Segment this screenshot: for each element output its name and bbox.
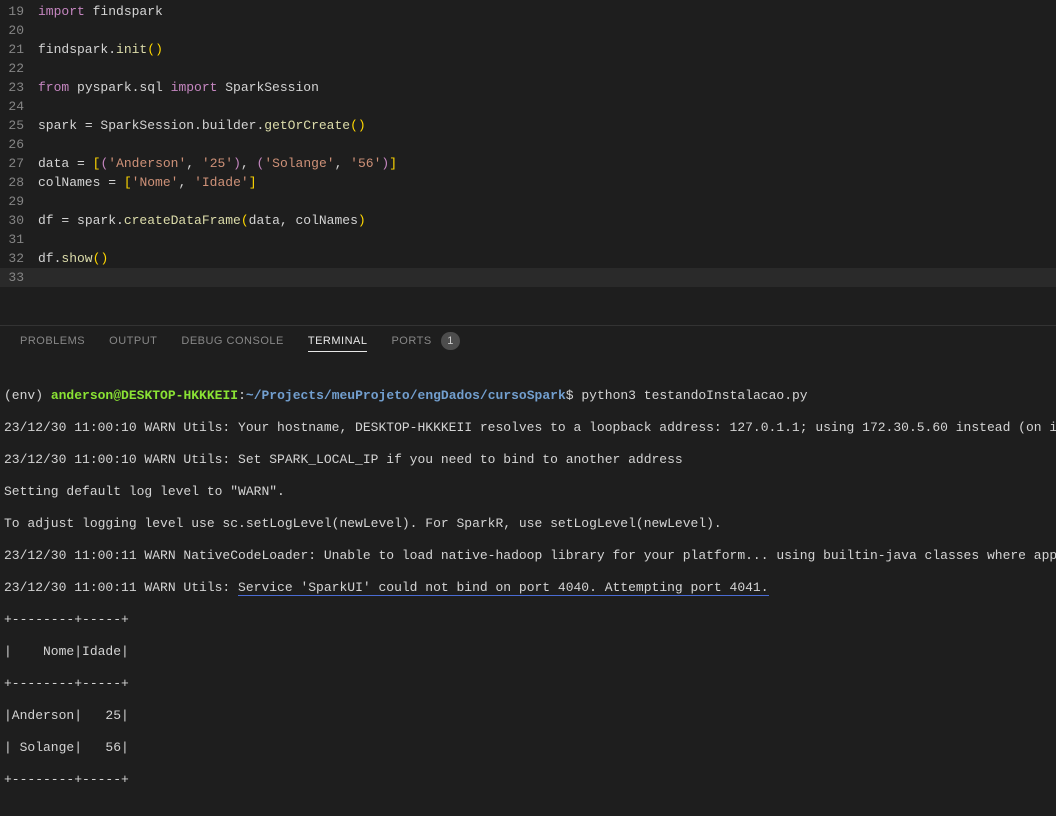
line-number: 26 [0,135,38,154]
term-env: (env) [4,388,51,403]
tab-ports[interactable]: PORTS 1 [391,332,459,354]
line-number: 21 [0,40,38,59]
code-line[interactable]: 28 colNames = ['Nome', 'Idade'] [0,173,1056,192]
term-path: ~/Projects/meuProjeto/engDados/cursoSpar… [246,388,566,403]
code-line[interactable]: 25 spark = SparkSession.builder.getOrCre… [0,116,1056,135]
code-line[interactable]: 22 [0,59,1056,78]
term-user: anderson [51,388,113,403]
terminal-output-line: 23/12/30 11:00:10 WARN Utils: Set SPARK_… [4,452,1052,468]
tab-output[interactable]: OUTPUT [109,335,157,351]
line-content: from pyspark.sql import SparkSession [38,78,319,97]
term-colon: : [238,388,246,403]
code-line[interactable]: 26 [0,135,1056,154]
line-number: 19 [0,2,38,21]
terminal-prompt-line: (env) anderson@DESKTOP-HKKKEII:~/Project… [4,388,1052,404]
line-content: df = spark.createDataFrame(data, colName… [38,211,366,230]
code-line[interactable]: 19 import findspark [0,2,1056,21]
terminal-table-line: | Solange| 56| [4,740,1052,756]
code-line[interactable]: 31 [0,230,1056,249]
line-content: colNames = ['Nome', 'Idade'] [38,173,257,192]
line-content: df.show() [38,249,108,268]
terminal-area[interactable]: (env) anderson@DESKTOP-HKKKEII:~/Project… [0,360,1056,816]
line-content: findspark.init() [38,40,163,59]
tab-problems[interactable]: PROBLEMS [20,335,85,351]
term-command: python3 testandoInstalacao.py [581,388,807,403]
line-number: 24 [0,97,38,116]
term-dollar: $ [566,388,582,403]
code-line[interactable]: 29 [0,192,1056,211]
code-line[interactable]: 30 df = spark.createDataFrame(data, colN… [0,211,1056,230]
term-host: DESKTOP-HKKKEII [121,388,238,403]
tab-ports-label: PORTS [391,335,431,347]
terminal-output-line: 23/12/30 11:00:11 WARN NativeCodeLoader:… [4,548,1052,564]
line-number: 31 [0,230,38,249]
line-number: 33 [0,268,38,287]
line-content: import findspark [38,2,163,21]
terminal-table-line: +--------+-----+ [4,772,1052,788]
terminal-table-line: | Nome|Idade| [4,644,1052,660]
line-number: 20 [0,21,38,40]
term-at: @ [113,388,121,403]
line-number: 28 [0,173,38,192]
code-line[interactable]: 27 data = [('Anderson', '25'), ('Solange… [0,154,1056,173]
editor-area[interactable]: 19 import findspark 20 21 findspark.init… [0,0,1056,295]
terminal-table-line: +--------+-----+ [4,676,1052,692]
code-line[interactable]: 32 df.show() [0,249,1056,268]
line-number: 23 [0,78,38,97]
line-number: 30 [0,211,38,230]
code-line-current[interactable]: 33 [0,268,1056,287]
code-line[interactable]: 21 findspark.init() [0,40,1056,59]
code-line[interactable]: 20 [0,21,1056,40]
terminal-table-line: |Anderson| 25| [4,708,1052,724]
tab-terminal[interactable]: TERMINAL [308,335,368,352]
terminal-output-line: Setting default log level to "WARN". [4,484,1052,500]
code-line[interactable]: 23 from pyspark.sql import SparkSession [0,78,1056,97]
terminal-output-line: 23/12/30 11:00:10 WARN Utils: Your hostn… [4,420,1052,436]
line-content: data = [('Anderson', '25'), ('Solange', … [38,154,397,173]
line-number: 29 [0,192,38,211]
terminal-output-line: 23/12/30 11:00:11 WARN Utils: Service 'S… [4,580,1052,596]
code-line[interactable]: 24 [0,97,1056,116]
line-number: 27 [0,154,38,173]
line-content: spark = SparkSession.builder.getOrCreate… [38,116,366,135]
panel-tabs: PROBLEMS OUTPUT DEBUG CONSOLE TERMINAL P… [0,325,1056,360]
ports-badge: 1 [441,332,460,350]
tab-debug-console[interactable]: DEBUG CONSOLE [181,335,283,351]
terminal-table-line: +--------+-----+ [4,612,1052,628]
line-number: 22 [0,59,38,78]
line-number: 32 [0,249,38,268]
line-number: 25 [0,116,38,135]
terminal-output-line: To adjust logging level use sc.setLogLev… [4,516,1052,532]
terminal-highlighted: Service 'SparkUI' could not bind on port… [238,580,769,596]
